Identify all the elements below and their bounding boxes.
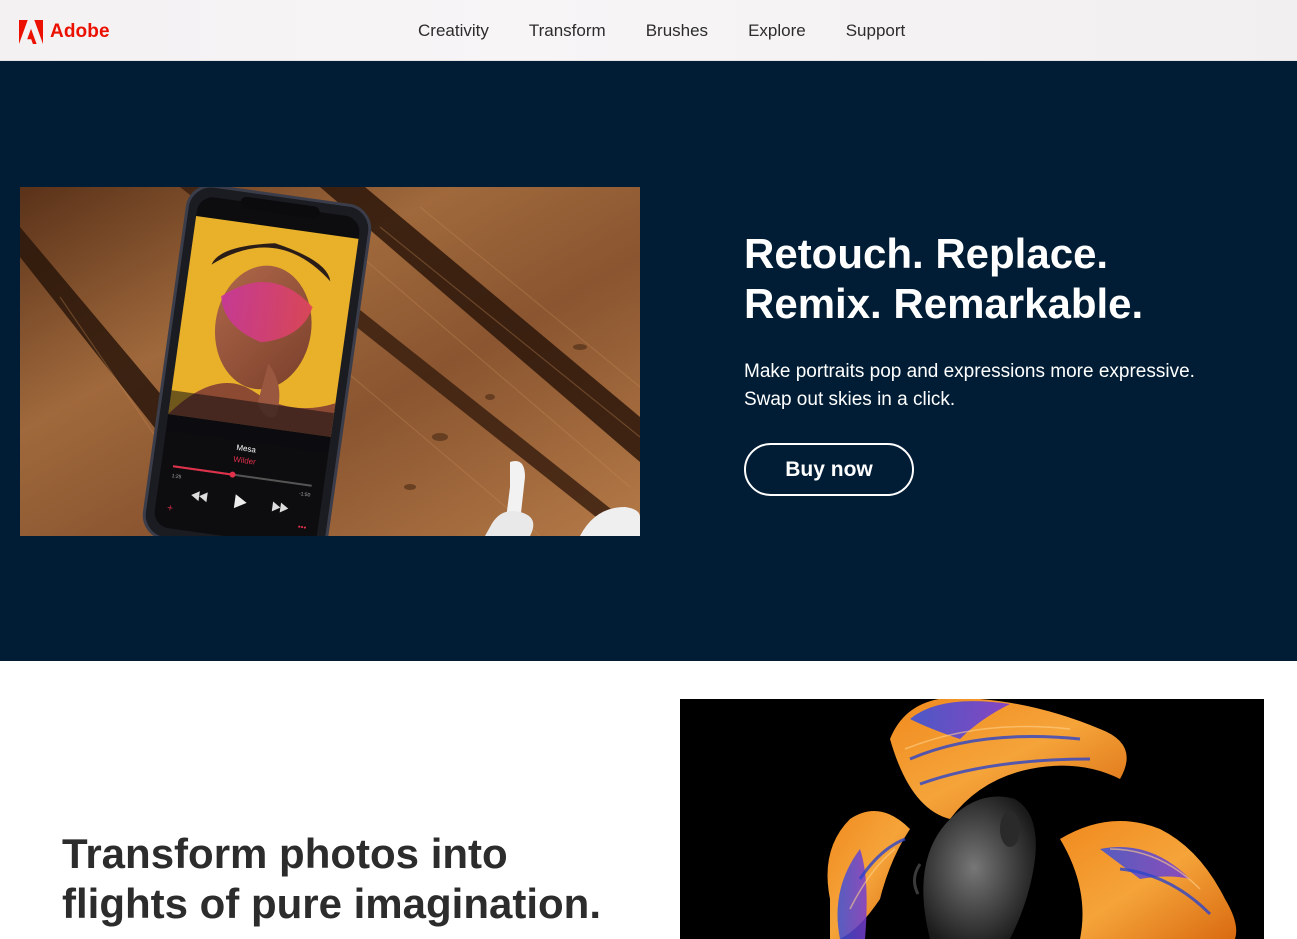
main-nav: Creativity Transform Brushes Explore Sup…	[418, 0, 945, 61]
hero-copy: Retouch. Replace. Remix. Remarkable. Mak…	[744, 229, 1284, 496]
transform-headline: Transform photos into flights of pure im…	[62, 829, 642, 929]
fish-portrait-image	[680, 699, 1264, 939]
transform-headline-line-1: Transform photos into	[62, 830, 508, 877]
brand-name: Adobe	[50, 21, 110, 42]
hero-headline-line-2: Remix. Remarkable.	[744, 280, 1144, 327]
buy-now-button[interactable]: Buy now	[744, 443, 914, 496]
hero-phone-image: Mesa Wilder 1:25 -1:50 + •••	[20, 187, 640, 536]
nav-link-creativity[interactable]: Creativity	[418, 21, 489, 41]
nav-link-transform[interactable]: Transform	[529, 21, 606, 41]
svg-text:•••: •••	[297, 522, 307, 532]
hero-subtext-line-2: Swap out skies in a click.	[744, 389, 956, 410]
hero-headline: Retouch. Replace. Remix. Remarkable.	[744, 229, 1284, 329]
nav-link-explore[interactable]: Explore	[748, 21, 806, 41]
hero-headline-line-1: Retouch. Replace.	[744, 230, 1109, 277]
transform-section: Transform photos into flights of pure im…	[0, 661, 1297, 939]
hero-section: Mesa Wilder 1:25 -1:50 + ••• Retouch. Re	[0, 61, 1297, 661]
nav-link-brushes[interactable]: Brushes	[646, 21, 708, 41]
hero-subtext-line-1: Make portraits pop and expressions more …	[744, 361, 1195, 382]
adobe-logo-link[interactable]: Adobe	[19, 20, 110, 44]
hero-subtext: Make portraits pop and expressions more …	[744, 358, 1284, 414]
nav-link-support[interactable]: Support	[846, 21, 906, 41]
transform-headline-line-2: flights of pure imagination.	[62, 880, 601, 927]
top-nav: Adobe Creativity Transform Brushes Explo…	[0, 0, 1297, 61]
adobe-logo-icon	[19, 20, 43, 44]
